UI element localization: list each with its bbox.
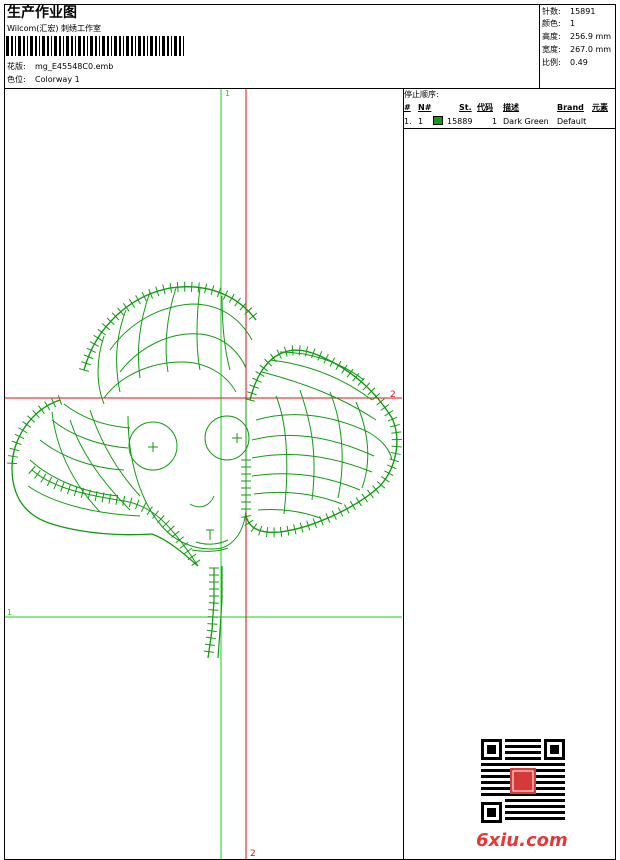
face-outline bbox=[127, 398, 247, 550]
h-red-guide-label: 2 bbox=[390, 390, 396, 400]
right-eye bbox=[204, 415, 250, 461]
right-pupil bbox=[232, 433, 242, 443]
hair-right bbox=[245, 349, 398, 534]
h-green-guide-label: 1 bbox=[7, 608, 12, 617]
nose bbox=[189, 495, 215, 508]
left-pupil bbox=[148, 442, 158, 452]
v-green-guide-label: 1 bbox=[225, 89, 230, 98]
hair-crown bbox=[83, 286, 257, 405]
hair-left bbox=[11, 399, 199, 567]
watermark-site: 6xiu.com bbox=[476, 830, 568, 851]
embroidery-drawing: 1 1 2 2 bbox=[5, 89, 402, 859]
satin-stitch-ticks bbox=[7, 281, 402, 659]
qr-code-image bbox=[480, 738, 566, 824]
v-red-guide-label: 2 bbox=[250, 849, 256, 859]
